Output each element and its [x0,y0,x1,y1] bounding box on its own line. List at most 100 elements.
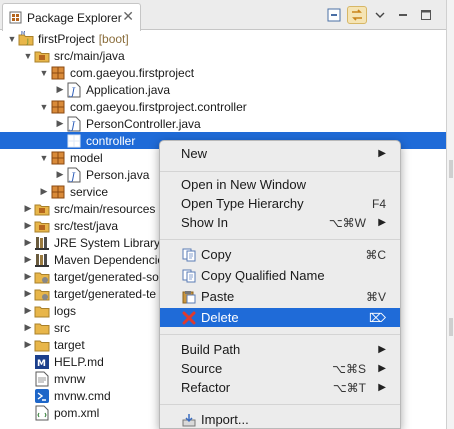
package-icon [50,65,66,81]
menu-item-source[interactable]: Source ⌥⌘S ▶ [160,359,400,378]
delete-icon [181,310,197,326]
tree-item-label: JRE System Library [54,235,161,250]
source-folder-icon [34,218,50,234]
collapsed-twisty-icon[interactable]: ▶ [22,203,34,215]
collapsed-twisty-icon[interactable]: ▶ [22,305,34,317]
folder-icon [34,337,50,353]
menu-item-new[interactable]: New ▶ [160,144,400,163]
menu-item-label: Copy Qualified Name [201,268,325,283]
menu-separator [160,404,400,405]
package-explorer-tab[interactable]: Package Explorer ✕ [2,3,141,31]
collapsed-twisty-icon[interactable]: ▶ [22,271,34,283]
source-folder-icon [34,201,50,217]
tree-item-label: PersonController.java [86,116,201,131]
menu-item-show-in[interactable]: Show In ⌥⌘W ▶ [160,213,400,232]
menu-item-build-path[interactable]: Build Path ▶ [160,340,400,359]
menu-item-import[interactable]: Import... [160,410,400,428]
java-file-icon: J [66,167,82,183]
expanded-twisty-icon[interactable]: ▼ [38,101,50,113]
java-file-icon: J [66,116,82,132]
svg-text:M: M [21,31,25,37]
collapsed-twisty-icon[interactable]: ▶ [22,339,34,351]
menu-item-label: Build Path [181,342,241,357]
library-icon [34,252,50,268]
submenu-arrow-icon: ▶ [378,217,386,228]
tree-item-label: logs [54,303,77,318]
collapsed-twisty-icon[interactable]: ▶ [22,288,34,300]
menu-item-paste[interactable]: Paste ⌘V [160,287,400,306]
collapse-all-button[interactable] [324,6,344,24]
menu-shortcut: F4 [371,196,386,211]
tree-item-package[interactable]: ▼ com.gaeyou.firstproject [0,64,446,81]
menu-item-label: Open Type Hierarchy [181,196,304,211]
svg-text:J: J [69,87,76,98]
submenu-arrow-icon: ▶ [378,363,386,374]
tree-item-package[interactable]: ▼ com.gaeyou.firstproject.controller [0,98,446,115]
expanded-twisty-icon[interactable]: ▼ [38,152,50,164]
collapsed-twisty-icon[interactable]: ▶ [54,84,66,96]
tree-item-label: src/test/java [54,218,119,233]
close-icon[interactable]: ✕ [122,9,134,23]
tree-item-label: Application.java [86,82,171,97]
tree-item-label: HELP.md [54,354,104,369]
markdown-file-icon: M [34,354,50,370]
chevron-down-icon [375,12,385,18]
menu-item-label: Copy [201,247,232,262]
collapsed-twisty-icon[interactable]: ▶ [54,169,66,181]
collapsed-twisty-icon[interactable]: ▶ [22,237,34,249]
collapsed-twisty-icon[interactable]: ▶ [38,186,50,198]
svg-text:J: J [26,38,29,45]
generated-folder-icon [34,286,50,302]
tree-item-label: com.gaeyou.firstproject.controller [70,99,247,114]
tree-item-firstproject[interactable]: ▼ MJ firstProject [boot] [0,30,446,47]
maximize-icon [421,10,431,20]
minimize-button[interactable] [393,6,413,24]
menu-item-open-type-hierarchy[interactable]: Open Type Hierarchy F4 [160,194,400,213]
menu-separator [160,334,400,335]
link-with-editor-button[interactable] [347,6,367,24]
package-icon [50,184,66,200]
menu-item-label: Paste [201,289,235,304]
scroll-marker [449,318,453,336]
view-menu-button[interactable] [370,6,390,24]
menu-separator [160,171,400,172]
menu-item-copy-qualified-name[interactable]: Copy Qualified Name [160,266,400,285]
tree-item-java-file[interactable]: ▶ J PersonController.java [0,115,446,132]
scroll-marker [449,160,453,178]
folder-icon [34,303,50,319]
no-twisty [54,135,66,147]
collapsed-twisty-icon[interactable]: ▶ [22,254,34,266]
package-icon [50,150,66,166]
context-menu: New ▶ Open in New Window Open Type Hiera… [159,140,401,429]
menu-shortcut: ⌥⌘S [332,361,366,376]
menu-shortcut: ⌥⌘T [332,380,366,395]
menu-item-open-in-new-window[interactable]: Open in New Window [160,175,400,194]
svg-text:J: J [69,172,76,183]
tree-item-src-main-java[interactable]: ▼ src/main/java [0,47,446,64]
folder-icon [34,320,50,336]
tree-item-java-file[interactable]: ▶ J Application.java [0,81,446,98]
expanded-twisty-icon[interactable]: ▼ [38,67,50,79]
collapsed-twisty-icon[interactable]: ▶ [22,322,34,334]
menu-item-refactor[interactable]: Refactor ⌥⌘T ▶ [160,378,400,397]
tree-item-label: target [54,337,85,352]
expanded-twisty-icon[interactable]: ▼ [6,33,18,45]
maximize-button[interactable] [416,6,436,24]
submenu-arrow-icon: ▶ [378,344,386,355]
menu-item-label: Delete [201,310,239,325]
copy-qualified-icon [181,268,197,284]
collapsed-twisty-icon[interactable]: ▶ [54,118,66,130]
no-twisty [22,373,34,385]
expanded-twisty-icon[interactable]: ▼ [22,50,34,62]
menu-item-delete[interactable]: Delete ⌦ [160,308,400,327]
tree-item-decoration: [boot] [98,31,129,46]
collapsed-twisty-icon[interactable]: ▶ [22,220,34,232]
tree-item-label: src/main/resources [54,201,156,216]
cmd-file-icon [34,388,50,404]
minimize-icon [399,14,407,16]
tree-item-label: target/generated-te [54,286,157,301]
tree-item-label: target/generated-so [54,269,159,284]
collapse-all-icon [327,8,341,22]
tree-item-label: src [54,320,70,335]
menu-item-copy[interactable]: Copy ⌘C [160,245,400,264]
